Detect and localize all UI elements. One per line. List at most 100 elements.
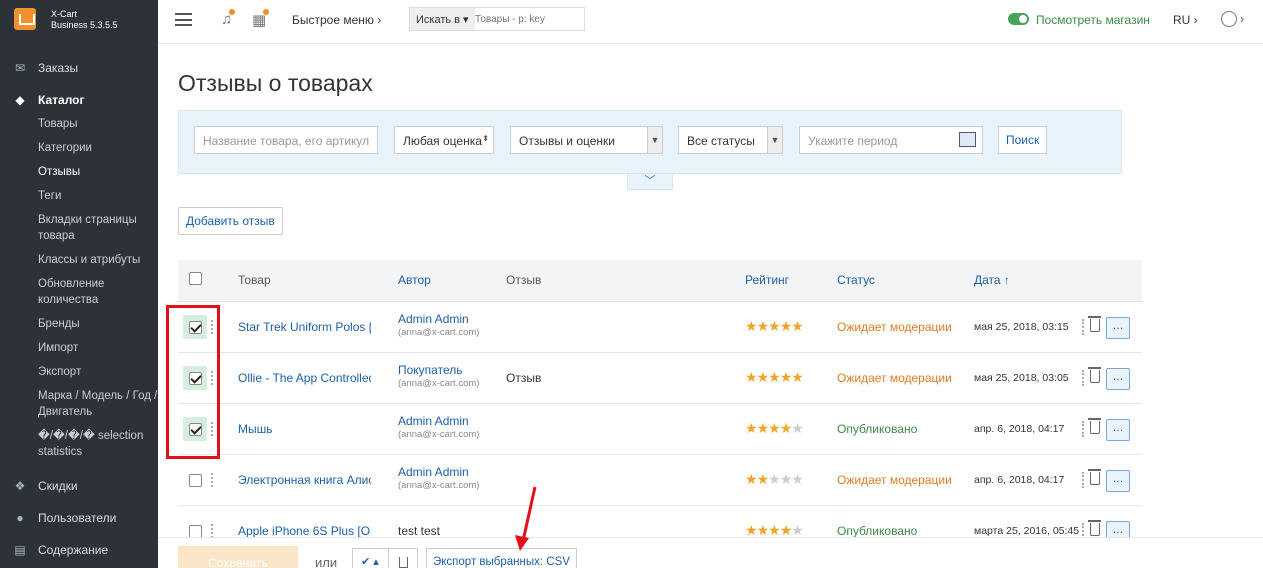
sidebar-subitem-ymm[interactable]: Марка / Модель / Год / Двигатель: [38, 384, 158, 424]
star-icon[interactable]: ★: [757, 471, 770, 487]
sidebar-subitem-update-quantity[interactable]: Обновление количества: [38, 272, 158, 312]
sidebar-subitem-brands[interactable]: Бренды: [38, 312, 158, 336]
search-input[interactable]: [475, 8, 583, 30]
drag-handle-icon[interactable]: [1082, 421, 1085, 437]
author-name[interactable]: Покупатель: [398, 363, 462, 377]
store-visibility-toggle[interactable]: [1008, 13, 1029, 25]
star-icon[interactable]: ★: [768, 318, 781, 334]
bell-icon[interactable]: ♫: [221, 9, 236, 28]
star-icon[interactable]: ★: [768, 522, 781, 538]
star-icon[interactable]: ★: [780, 471, 793, 487]
star-icon[interactable]: ★: [745, 522, 758, 538]
rating-stars[interactable]: ★★★★★: [745, 318, 804, 335]
product-link[interactable]: Мышь: [238, 422, 371, 436]
drag-handle-icon[interactable]: [1082, 472, 1085, 488]
rating-stars[interactable]: ★★★★★: [745, 420, 804, 437]
star-icon[interactable]: ★: [757, 318, 770, 334]
search-button[interactable]: Поиск: [998, 126, 1048, 154]
header-product[interactable]: Товар: [238, 273, 271, 287]
status-label[interactable]: Ожидает модерации: [837, 371, 952, 385]
star-icon[interactable]: ★: [791, 522, 804, 538]
product-link[interactable]: Электронная книга Алис: [238, 473, 371, 487]
user-avatar-icon[interactable]: [1221, 11, 1237, 27]
status-label[interactable]: Опубликовано: [837, 524, 917, 538]
bulk-approve-icon[interactable]: ✔ ▴: [361, 555, 379, 568]
star-icon[interactable]: ★: [791, 471, 804, 487]
star-icon[interactable]: ★: [780, 522, 793, 538]
review-author[interactable]: Admin Admin (anna@x-cart.com): [398, 414, 479, 442]
author-name[interactable]: Admin Admin: [398, 312, 469, 326]
language-selector[interactable]: RU ›: [1173, 13, 1198, 27]
trash-icon[interactable]: [1088, 520, 1101, 536]
product-link[interactable]: Star Trek Uniform Polos [: [238, 320, 371, 334]
sidebar-subitem-product-tabs[interactable]: Вкладки страницы товара: [38, 208, 158, 248]
sidebar-item-content[interactable]: ▤ Содержание: [0, 538, 158, 562]
header-rating[interactable]: Рейтинг: [745, 273, 789, 287]
drag-handle-icon[interactable]: [211, 524, 214, 538]
sidebar-subitem-categories[interactable]: Категории: [38, 136, 158, 160]
product-link[interactable]: Ollie - The App Controlled: [238, 371, 371, 385]
status-label[interactable]: Ожидает модерации: [837, 320, 952, 334]
status-label[interactable]: Опубликовано: [837, 422, 917, 436]
sidebar-subitem-export[interactable]: Экспорт: [38, 360, 158, 384]
sidebar-subitem-selection-stats[interactable]: �/�/�/� selection statistics: [38, 424, 158, 464]
calendar-icon[interactable]: [959, 132, 976, 147]
star-icon[interactable]: ★: [745, 318, 758, 334]
export-csv-button[interactable]: Экспорт выбранных: CSV: [426, 548, 577, 568]
rating-select[interactable]: Любая оценка ⬍: [394, 126, 494, 154]
sidebar-subitem-import[interactable]: Импорт: [38, 336, 158, 360]
rating-stars[interactable]: ★★★★★: [745, 369, 804, 386]
review-author[interactable]: Admin Admin (anna@x-cart.com): [398, 465, 479, 493]
header-date[interactable]: Дата ↑: [974, 273, 1010, 287]
view-store-link[interactable]: Посмотреть магазин: [1036, 13, 1150, 27]
select-all-checkbox[interactable]: [189, 272, 202, 285]
sidebar-subitem-attributes[interactable]: Классы и атрибуты: [38, 248, 158, 272]
sidebar-item-discounts[interactable]: ❖ Скидки: [0, 474, 158, 498]
sidebar-subitem-reviews[interactable]: Отзывы: [38, 160, 158, 184]
star-icon[interactable]: ★: [780, 420, 793, 436]
star-icon[interactable]: ★: [768, 471, 781, 487]
save-button[interactable]: Сохранить: [178, 546, 298, 568]
trash-icon[interactable]: [1088, 367, 1101, 383]
trash-icon[interactable]: [1088, 418, 1101, 434]
row-checkbox[interactable]: [189, 474, 202, 487]
product-link[interactable]: Apple iPhone 6S Plus [Opt: [238, 524, 371, 538]
xcart-logo[interactable]: [14, 8, 36, 30]
star-icon[interactable]: ★: [757, 420, 770, 436]
trash-icon[interactable]: [1088, 316, 1101, 332]
bulk-delete-icon[interactable]: [399, 557, 408, 568]
review-author[interactable]: Покупатель (anna@x-cart.com): [398, 363, 479, 391]
more-actions-button[interactable]: …: [1106, 470, 1130, 492]
review-author[interactable]: Admin Admin (anna@x-cart.com): [398, 312, 479, 340]
star-icon[interactable]: ★: [791, 369, 804, 385]
period-input[interactable]: Укажите период: [799, 126, 983, 154]
menu-toggle-icon[interactable]: [175, 13, 192, 26]
star-icon[interactable]: ★: [768, 420, 781, 436]
header-status[interactable]: Статус: [837, 273, 875, 287]
store-stats-icon[interactable]: ▦: [252, 9, 270, 29]
rating-stars[interactable]: ★★★★★: [745, 471, 804, 488]
product-search-input[interactable]: Название товара, его артикул: [194, 126, 378, 154]
sidebar-item-orders[interactable]: ✉ Заказы: [0, 56, 158, 80]
star-icon[interactable]: ★: [745, 420, 758, 436]
review-type-select[interactable]: Отзывы и оценки ▼: [510, 126, 663, 154]
author-name[interactable]: Admin Admin: [398, 414, 469, 428]
sidebar-subitem-products[interactable]: Товары: [38, 112, 158, 136]
status-label[interactable]: Ожидает модерации: [837, 473, 952, 487]
trash-icon[interactable]: [1088, 469, 1101, 485]
more-actions-button[interactable]: …: [1106, 419, 1130, 441]
search-scope-select[interactable]: Искать в ▾: [410, 8, 475, 30]
chevron-right-icon[interactable]: ›: [1240, 12, 1244, 26]
expand-filters-button[interactable]: ﹀: [627, 174, 673, 190]
quick-menu[interactable]: Быстрое меню ›: [292, 13, 381, 27]
star-icon[interactable]: ★: [745, 369, 758, 385]
star-icon[interactable]: ★: [780, 369, 793, 385]
sidebar-subitem-tags[interactable]: Теги: [38, 184, 158, 208]
drag-handle-icon[interactable]: [211, 473, 214, 487]
add-review-button[interactable]: Добавить отзыв: [178, 207, 283, 235]
star-icon[interactable]: ★: [768, 369, 781, 385]
sidebar-item-users[interactable]: ● Пользователи: [0, 506, 158, 530]
header-author[interactable]: Автор: [398, 273, 431, 287]
drag-handle-icon[interactable]: [1082, 370, 1085, 386]
more-actions-button[interactable]: …: [1106, 368, 1130, 390]
